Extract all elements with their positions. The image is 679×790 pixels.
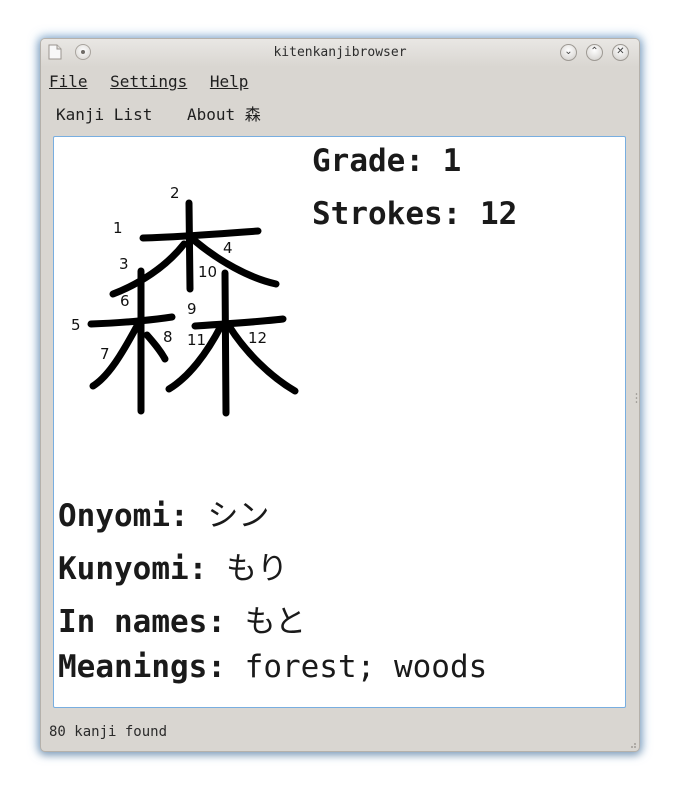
tab-kanji-list[interactable]: Kanji List: [56, 105, 152, 124]
kunyomi-label: Kunyomi:: [58, 551, 208, 587]
stroke-count-value: Strokes: 12: [312, 196, 518, 232]
stroke-5: [87, 313, 176, 328]
maximize-button[interactable]: ⌃: [586, 44, 603, 61]
minimize-button[interactable]: ⌄: [560, 44, 577, 61]
chevron-up-icon: ⌃: [590, 46, 599, 57]
menu-settings-label: Settings: [110, 72, 188, 91]
menu-file-label: File: [49, 72, 88, 91]
grade-value: Grade: 1: [312, 143, 462, 179]
stroke-number: 11: [187, 331, 206, 349]
kunyomi-value: もり: [225, 551, 288, 587]
meanings-label: Meanings:: [58, 649, 226, 685]
tab-bar: Kanji List About 森: [56, 101, 286, 125]
menu-file[interactable]: File: [49, 72, 88, 91]
stroke-2: [185, 199, 194, 293]
kanji-detail-panel: 1 2 3 4 5 6 7 8 9 10 11 12 Grade: 1 Stro…: [53, 136, 626, 708]
stroke-1: [139, 227, 262, 242]
window-title: kitenkanjibrowser: [273, 45, 407, 60]
stroke-number: 9: [187, 300, 197, 318]
onyomi-value: シン: [207, 498, 270, 534]
menu-settings[interactable]: Settings: [110, 72, 187, 91]
stroke-9: [191, 315, 287, 330]
meanings-value: forest; woods: [244, 649, 488, 685]
kunyomi-row: Kunyomi: もり: [58, 543, 288, 588]
resize-grip-icon[interactable]: [627, 739, 637, 749]
status-bar: 80 kanji found: [49, 724, 168, 740]
in-names-label: In names:: [58, 604, 226, 640]
close-button[interactable]: ✕: [612, 44, 629, 61]
main-window: kitenkanjibrowser ⌄ ⌃ ✕ File Settings He…: [40, 38, 640, 752]
menu-help[interactable]: Help: [210, 72, 249, 91]
splitter-handle[interactable]: [635, 392, 638, 404]
stroke-number: 1: [113, 219, 123, 237]
meanings-row: Meanings: forest; woods: [58, 649, 487, 685]
stroke-10: [221, 269, 230, 417]
stroke-number: 2: [170, 184, 180, 202]
onyomi-label: Onyomi:: [58, 498, 189, 534]
stroke-order-diagram: 1 2 3 4 5 6 7 8 9 10 11 12: [71, 184, 299, 417]
chevron-down-icon: ⌄: [564, 46, 573, 57]
title-bar[interactable]: kitenkanjibrowser ⌄ ⌃ ✕: [41, 39, 639, 67]
stroke-number: 12: [248, 329, 267, 347]
menu-bar: File Settings Help: [49, 72, 261, 92]
onyomi-row: Onyomi: シン: [58, 490, 269, 535]
stroke-number: 8: [163, 328, 173, 346]
stroke-number: 10: [198, 263, 217, 281]
menu-help-label: Help: [209, 72, 249, 91]
stroke-number: 4: [223, 239, 233, 257]
in-names-row: In names: もと: [58, 596, 306, 641]
close-icon: ✕: [616, 46, 625, 57]
stroke-number: 5: [71, 316, 81, 334]
stroke-number: 3: [119, 255, 129, 273]
tab-about-kanji[interactable]: About 森: [187, 101, 261, 125]
stroke-number: 7: [100, 345, 110, 363]
in-names-value: もと: [244, 604, 307, 640]
stroke-number: 6: [120, 292, 130, 310]
